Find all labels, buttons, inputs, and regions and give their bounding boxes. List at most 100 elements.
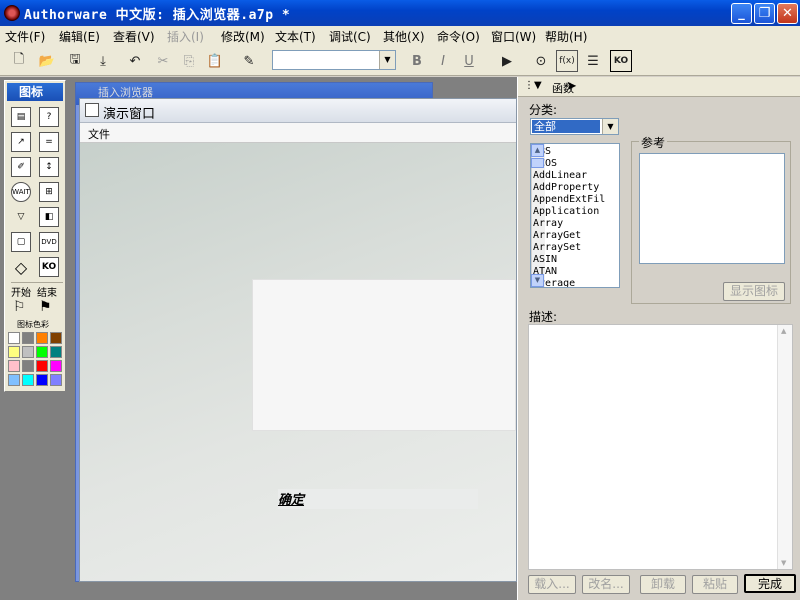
color-swatch[interactable] xyxy=(8,346,20,358)
erase-icon[interactable]: ✐ xyxy=(11,157,31,177)
color-swatch[interactable] xyxy=(22,374,34,386)
grip-icon[interactable]: ⋮▼ xyxy=(524,80,542,91)
embedded-browser[interactable] xyxy=(252,279,516,431)
menu-view[interactable]: 查看(V) xyxy=(113,28,155,45)
color-swatch[interactable] xyxy=(36,332,48,344)
function-list-item[interactable]: AddProperty xyxy=(533,182,599,193)
sound-icon[interactable]: ▢ xyxy=(11,232,31,252)
function-list-item[interactable]: AddLinear xyxy=(533,170,587,181)
knowledge-object-icon[interactable]: KO xyxy=(39,257,59,277)
restore-button[interactable]: ❐ xyxy=(754,3,775,24)
menu-text[interactable]: 文本(T) xyxy=(275,28,316,45)
color-swatch[interactable] xyxy=(50,360,62,372)
wait-icon[interactable]: WAIT xyxy=(11,182,31,202)
color-swatch[interactable] xyxy=(8,360,20,372)
done-button[interactable]: 完成 xyxy=(744,574,796,593)
paste-icon[interactable]: 📋 xyxy=(204,50,226,72)
app-icon[interactable] xyxy=(4,5,20,21)
category-select[interactable]: 全部 ▼ xyxy=(530,118,619,135)
menu-edit[interactable]: 编辑(E) xyxy=(59,28,100,45)
color-swatch[interactable] xyxy=(22,346,34,358)
function-list-item[interactable]: ASIN xyxy=(533,254,557,265)
color-swatch[interactable] xyxy=(8,332,20,344)
framework-icon[interactable]: ⊞ xyxy=(39,182,59,202)
color-swatch[interactable] xyxy=(50,332,62,344)
navigate-icon[interactable]: ↕ xyxy=(39,157,59,177)
show-icon-button[interactable]: 显示图标 xyxy=(723,282,785,301)
digital-movie-icon[interactable]: ◧ xyxy=(39,207,59,227)
find-icon[interactable]: ✎ xyxy=(238,50,260,72)
underline-button[interactable]: U xyxy=(458,50,480,72)
confirm-button[interactable]: 确定 xyxy=(278,489,304,508)
italic-button[interactable]: I xyxy=(432,50,454,72)
function-list-item[interactable]: Array xyxy=(533,218,563,229)
divider xyxy=(11,282,63,283)
color-swatch[interactable] xyxy=(22,360,34,372)
color-swatch[interactable] xyxy=(36,374,48,386)
knowledge-objects-icon[interactable]: KO xyxy=(610,50,632,72)
chevron-down-icon[interactable]: ▼ xyxy=(379,51,395,69)
menu-command[interactable]: 命令(O) xyxy=(437,28,480,45)
start-flag-icon[interactable]: ⚐ xyxy=(13,299,26,315)
toolbar: 🗋 📂 🖫 ⤓ ↶ ✂ ⎘ 📋 ✎ B I U ▶ ⊙ f(x) ☰ KO YY… xyxy=(0,46,800,123)
menu-modify[interactable]: 修改(M) xyxy=(221,28,265,45)
scrollbar[interactable]: ▲ ▼ xyxy=(777,325,792,569)
color-swatch[interactable] xyxy=(36,346,48,358)
category-value: 全部 xyxy=(532,120,600,133)
unload-button[interactable]: 卸载 xyxy=(640,575,686,594)
scroll-down-icon[interactable]: ▼ xyxy=(531,274,544,287)
save-all-icon[interactable]: 🖫 xyxy=(64,50,86,72)
copy-icon[interactable]: ⎘ xyxy=(178,50,200,72)
chevron-down-icon[interactable]: ▼ xyxy=(602,119,618,134)
function-list-item[interactable]: Application xyxy=(533,206,599,217)
description-box[interactable]: ▲ ▼ xyxy=(528,324,793,570)
end-flag-icon[interactable]: ⚑ xyxy=(39,299,52,315)
reference-list[interactable] xyxy=(639,153,785,264)
undo-icon[interactable]: ↶ xyxy=(124,50,146,72)
color-swatch[interactable] xyxy=(22,332,34,344)
function-list-item[interactable]: ArrayGet xyxy=(533,230,581,241)
load-button[interactable]: 载入... xyxy=(528,575,576,594)
presentation-menu-file[interactable]: 文件 xyxy=(88,126,110,142)
restart-icon[interactable]: ▶ xyxy=(496,50,518,72)
display-icon[interactable]: ▤ xyxy=(11,107,31,127)
close-button[interactable]: ✕ xyxy=(777,3,798,24)
color-swatch[interactable] xyxy=(36,360,48,372)
bold-button[interactable]: B xyxy=(406,50,428,72)
control-panel-icon[interactable]: ⊙ xyxy=(530,50,552,72)
paste-button[interactable]: 粘贴 xyxy=(692,575,738,594)
scroll-down-icon[interactable]: ▼ xyxy=(781,559,786,567)
cut-icon[interactable]: ✂ xyxy=(152,50,174,72)
menu-other[interactable]: 其他(X) xyxy=(383,28,425,45)
function-list[interactable]: Average ATAN ASIN ArraySet ArrayGet Array Appl… xyxy=(530,143,620,288)
functions-window-icon[interactable]: f(x) xyxy=(556,50,578,72)
scroll-up-icon[interactable]: ▲ xyxy=(781,327,786,335)
function-list-item[interactable]: AppendExtFil xyxy=(533,194,605,205)
color-swatch[interactable] xyxy=(50,374,62,386)
interaction-icon[interactable]: ? xyxy=(39,107,59,127)
function-list-item[interactable]: ArraySet xyxy=(533,242,581,253)
dvd-icon[interactable]: DVD xyxy=(39,232,59,252)
decision-icon[interactable]: ▽ xyxy=(11,207,31,227)
new-file-icon[interactable]: 🗋 xyxy=(8,50,30,72)
scroll-up-icon[interactable]: ▲ xyxy=(531,144,544,157)
color-swatch[interactable] xyxy=(50,346,62,358)
color-swatches xyxy=(8,332,64,388)
menu-file[interactable]: 文件(F) xyxy=(5,28,45,45)
import-icon[interactable]: ⤓ xyxy=(92,50,114,72)
calculation-icon[interactable]: = xyxy=(39,132,59,152)
color-swatch[interactable] xyxy=(8,374,20,386)
minimize-button[interactable]: _ xyxy=(731,3,752,24)
open-file-icon[interactable]: 📂 xyxy=(36,50,58,72)
font-select[interactable]: ▼ xyxy=(272,50,396,70)
menu-insert[interactable]: 插入(I) xyxy=(167,28,204,45)
motion-icon[interactable]: ↗ xyxy=(11,132,31,152)
menu-window[interactable]: 窗口(W) xyxy=(491,28,536,45)
variables-window-icon[interactable]: ☰ xyxy=(582,50,604,72)
map-icon[interactable]: ◇ xyxy=(11,257,31,277)
scroll-thumb[interactable] xyxy=(531,158,544,168)
menu-help[interactable]: 帮助(H) xyxy=(545,28,587,45)
stage: 确定 xyxy=(80,143,516,581)
menu-debug[interactable]: 调试(C) xyxy=(329,28,371,45)
rename-button[interactable]: 改名... xyxy=(582,575,630,594)
